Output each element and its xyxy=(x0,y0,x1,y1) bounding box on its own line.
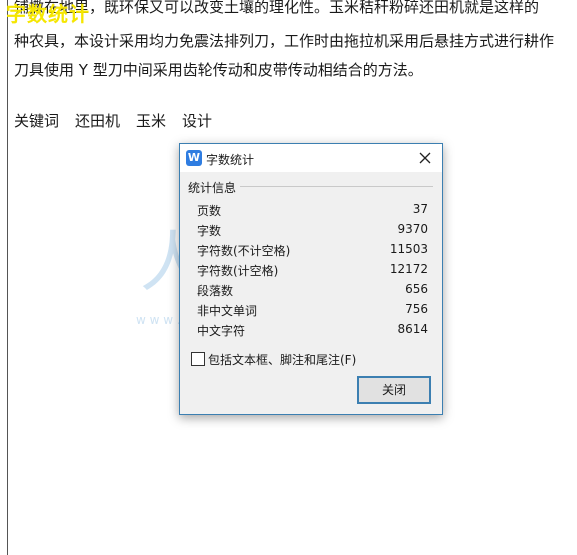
document-line: 刀具使用 Y 型刀中间采用齿轮传动和皮带传动相结合的方法。 xyxy=(14,61,423,79)
include-textbox-checkbox[interactable] xyxy=(191,352,205,366)
keyword: 玉米 xyxy=(136,112,167,130)
stat-label: 非中文单词 xyxy=(197,304,258,318)
stat-value: 11503 xyxy=(389,242,428,256)
keyword: 设计 xyxy=(182,112,213,130)
stat-label: 字符数(不计空格) xyxy=(197,244,291,258)
keyword: 还田机 xyxy=(75,112,121,130)
stat-label: 字数 xyxy=(197,224,222,238)
group-divider xyxy=(240,186,433,187)
stat-value: 756 xyxy=(405,302,428,316)
close-button[interactable]: 关闭 xyxy=(357,376,431,404)
document-line: 铺撒在地里，既环保又可以改变土壤的理化性。玉米秸秆粉碎还田机就是这样的 xyxy=(14,0,540,16)
stat-value: 8614 xyxy=(397,322,428,336)
stats-group-label: 统计信息 xyxy=(188,181,237,195)
stat-label: 字符数(计空格) xyxy=(197,264,279,278)
include-textbox-label[interactable]: 包括文本框、脚注和尾注(F) xyxy=(208,351,356,368)
stat-value: 9370 xyxy=(397,222,428,236)
close-icon[interactable] xyxy=(416,149,434,167)
stat-label: 中文字符 xyxy=(197,324,246,338)
stat-value: 37 xyxy=(412,202,428,216)
word-count-dialog: W 字数统计 统计信息 页数 37 字数 9370 字符数(不计空格) 1150… xyxy=(179,143,443,415)
document-line: 种农具，本设计采用均力免震法排列刀，工作时由拖拉机采用后悬挂方式进行耕作 xyxy=(14,32,555,50)
stat-value: 656 xyxy=(405,282,428,296)
keywords-label: 关键词 xyxy=(14,112,60,130)
overlay-caption: 字数统计 xyxy=(6,2,90,26)
stat-value: 12172 xyxy=(389,262,428,276)
page-left-border xyxy=(7,0,8,555)
dialog-titlebar[interactable]: W 字数统计 xyxy=(180,144,442,172)
stat-label: 页数 xyxy=(197,204,222,218)
keywords-line: 关键词 还田机 玉米 设计 xyxy=(14,114,212,129)
wps-writer-icon: W xyxy=(186,150,202,166)
stat-label: 段落数 xyxy=(197,284,234,298)
dialog-title: 字数统计 xyxy=(206,153,255,167)
